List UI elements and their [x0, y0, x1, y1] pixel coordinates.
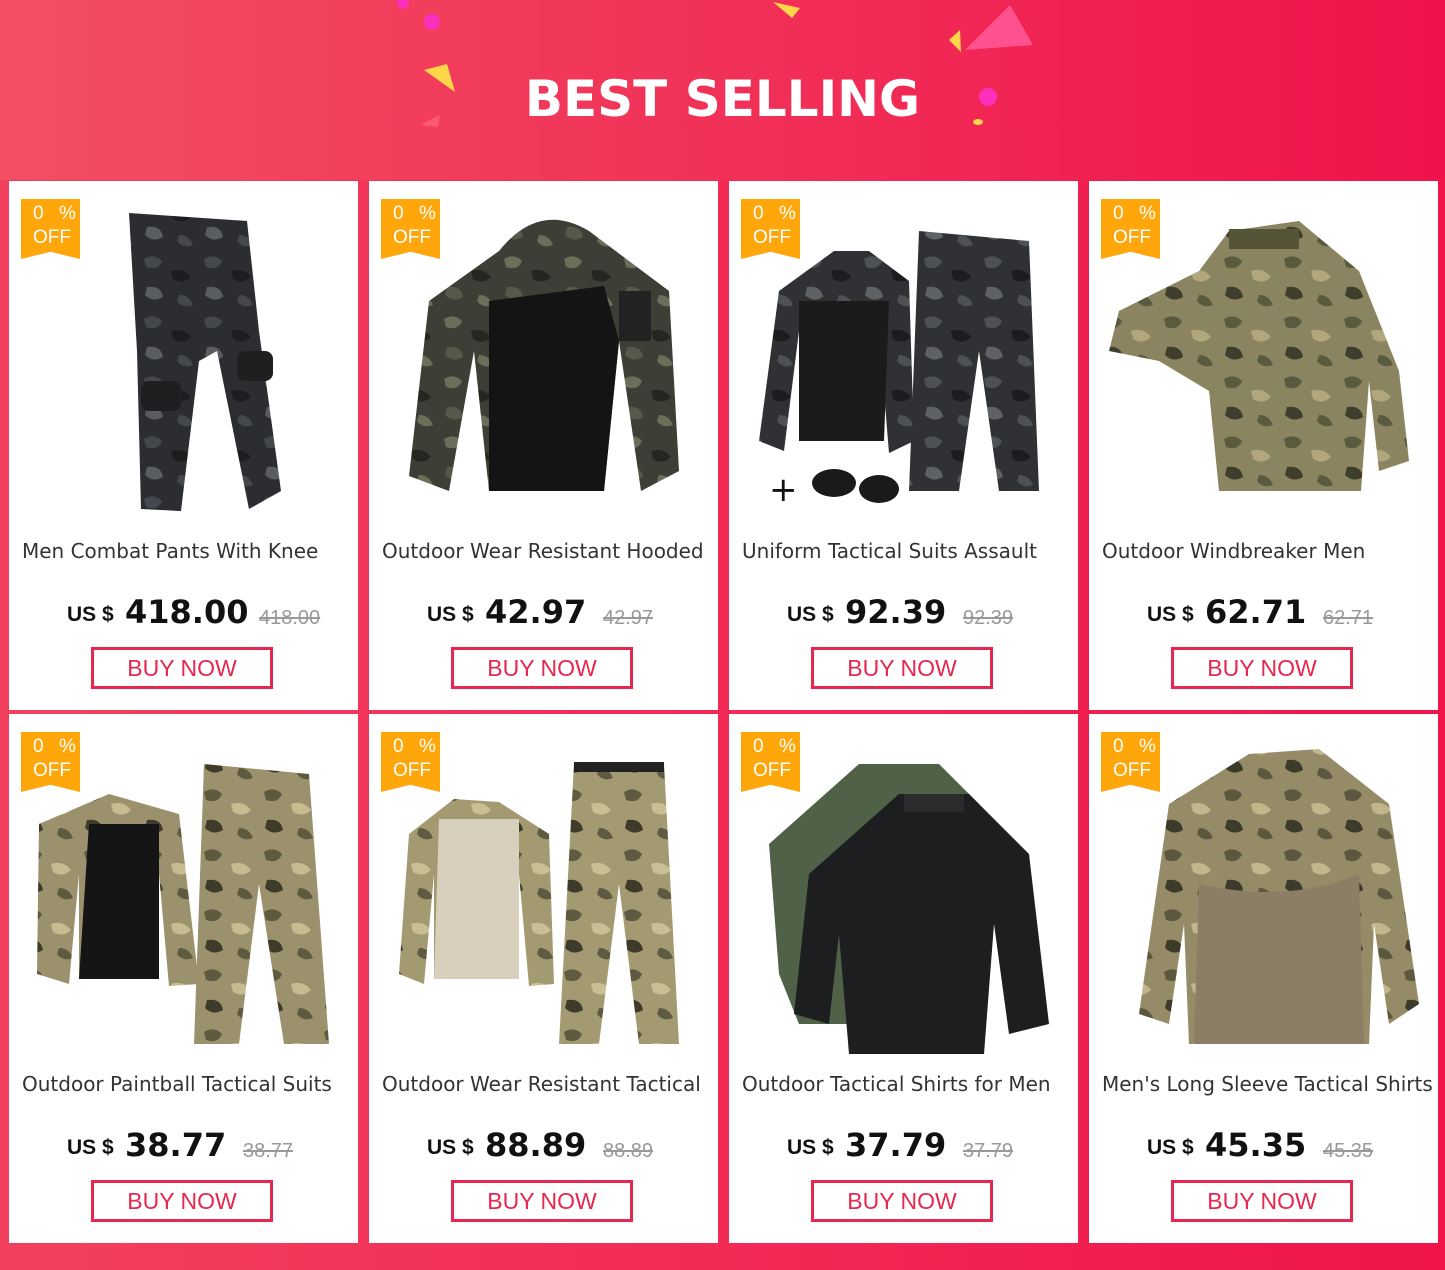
- product-name[interactable]: Men Combat Pants With Knee: [22, 539, 352, 563]
- badge-percent-value: 0: [753, 203, 764, 224]
- badge-off-label: OFF: [33, 227, 71, 248]
- sale-price: 37.79: [845, 1126, 947, 1164]
- sale-price: 88.89: [485, 1126, 587, 1164]
- badge-percent-symbol: %: [1139, 736, 1156, 757]
- original-price: 88.89: [603, 1140, 654, 1162]
- sale-price: 62.71: [1205, 593, 1307, 631]
- price-row: US $ 62.71 62.71: [1089, 593, 1438, 637]
- price-row: US $ 418.00 418.00: [9, 593, 358, 637]
- discount-badge: 0% OFF: [381, 199, 440, 259]
- price-row: US $ 45.35 45.35: [1089, 1126, 1438, 1170]
- badge-percent-symbol: %: [59, 203, 76, 224]
- badge-percent-symbol: %: [779, 736, 796, 757]
- buy-now-button[interactable]: BUY NOW: [1171, 1180, 1353, 1222]
- badge-off-label: OFF: [393, 760, 431, 781]
- currency-label: US $: [1147, 603, 1194, 626]
- buy-now-button[interactable]: BUY NOW: [91, 647, 273, 689]
- currency-label: US $: [427, 603, 474, 626]
- badge-percent-value: 0: [393, 203, 404, 224]
- currency-label: US $: [427, 1136, 474, 1159]
- badge-percent-value: 0: [1113, 203, 1124, 224]
- sale-price: 418.00: [125, 593, 249, 631]
- badge-percent-value: 0: [33, 203, 44, 224]
- price-row: US $ 88.89 88.89: [369, 1126, 718, 1170]
- page-title: BEST SELLING: [524, 70, 921, 128]
- discount-badge: 0% OFF: [1101, 199, 1160, 259]
- badge-off-label: OFF: [33, 760, 71, 781]
- badge-percent-symbol: %: [1139, 203, 1156, 224]
- product-name[interactable]: Outdoor Tactical Shirts for Men: [742, 1072, 1072, 1096]
- banner-header: BEST SELLING: [0, 0, 1445, 180]
- product-name[interactable]: Outdoor Wear Resistant Hooded: [382, 539, 712, 563]
- product-card[interactable]: 0% OFF Men's Long Sleeve Tactical Shirts…: [1089, 714, 1438, 1243]
- buy-now-button[interactable]: BUY NOW: [1171, 647, 1353, 689]
- currency-label: US $: [1147, 1136, 1194, 1159]
- price-row: US $ 38.77 38.77: [9, 1126, 358, 1170]
- sale-price: 38.77: [125, 1126, 227, 1164]
- product-name[interactable]: Outdoor Wear Resistant Tactical: [382, 1072, 712, 1096]
- product-name[interactable]: Uniform Tactical Suits Assault: [742, 539, 1072, 563]
- discount-badge: 0% OFF: [1101, 732, 1160, 792]
- badge-off-label: OFF: [753, 227, 791, 248]
- product-card[interactable]: 0% OFF Outdoor Tactical Shirts for Men U…: [729, 714, 1078, 1243]
- discount-badge: 0% OFF: [381, 732, 440, 792]
- buy-now-button[interactable]: BUY NOW: [451, 647, 633, 689]
- buy-now-button[interactable]: BUY NOW: [91, 1180, 273, 1222]
- currency-label: US $: [67, 1136, 114, 1159]
- original-price: 45.35: [1323, 1140, 1374, 1162]
- product-name[interactable]: Outdoor Paintball Tactical Suits: [22, 1072, 352, 1096]
- badge-percent-value: 0: [33, 736, 44, 757]
- original-price: 62.71: [1323, 607, 1374, 629]
- product-name[interactable]: Outdoor Windbreaker Men: [1102, 539, 1432, 563]
- original-price: 42.97: [603, 607, 654, 629]
- currency-label: US $: [787, 1136, 834, 1159]
- badge-off-label: OFF: [753, 760, 791, 781]
- badge-percent-symbol: %: [779, 203, 796, 224]
- badge-off-label: OFF: [1113, 760, 1151, 781]
- badge-percent-symbol: %: [419, 736, 436, 757]
- badge-off-label: OFF: [393, 227, 431, 248]
- badge-off-label: OFF: [1113, 227, 1151, 248]
- currency-label: US $: [67, 603, 114, 626]
- original-price: 37.79: [963, 1140, 1014, 1162]
- svg-text:+: +: [769, 470, 798, 510]
- discount-badge: 0% OFF: [741, 732, 800, 792]
- discount-badge: 0% OFF: [741, 199, 800, 259]
- discount-badge: 0% OFF: [21, 732, 80, 792]
- price-row: US $ 37.79 37.79: [729, 1126, 1078, 1170]
- product-name[interactable]: Men's Long Sleeve Tactical Shirts: [1102, 1072, 1432, 1096]
- original-price: 418.00: [259, 607, 321, 629]
- original-price: 92.39: [963, 607, 1014, 629]
- buy-now-button[interactable]: BUY NOW: [811, 647, 993, 689]
- product-card[interactable]: 0% OFF Outdoor Wear Resistant Tactical U…: [369, 714, 718, 1243]
- product-card[interactable]: 0% OFF Outdoor Windbreaker Men US $ 62.7…: [1089, 181, 1438, 710]
- badge-percent-symbol: %: [59, 736, 76, 757]
- original-price: 38.77: [243, 1140, 294, 1162]
- sale-price: 42.97: [485, 593, 587, 631]
- product-card[interactable]: 0% OFF Outdoor Paintball Tactical Suits …: [9, 714, 358, 1243]
- product-card[interactable]: 0% OFF Outdoor Wear Resistant Hooded US …: [369, 181, 718, 710]
- sale-price: 45.35: [1205, 1126, 1307, 1164]
- badge-percent-value: 0: [393, 736, 404, 757]
- price-row: US $ 42.97 42.97: [369, 593, 718, 637]
- buy-now-button[interactable]: BUY NOW: [451, 1180, 633, 1222]
- currency-label: US $: [787, 603, 834, 626]
- badge-percent-value: 0: [753, 736, 764, 757]
- badge-percent-symbol: %: [419, 203, 436, 224]
- discount-badge: 0% OFF: [21, 199, 80, 259]
- badge-percent-value: 0: [1113, 736, 1124, 757]
- product-card[interactable]: + 0% OFF Uniform Tactical Suits Assault …: [729, 181, 1078, 710]
- price-row: US $ 92.39 92.39: [729, 593, 1078, 637]
- product-card[interactable]: 0% OFF Men Combat Pants With Knee US $ 4…: [9, 181, 358, 710]
- sale-price: 92.39: [845, 593, 947, 631]
- buy-now-button[interactable]: BUY NOW: [811, 1180, 993, 1222]
